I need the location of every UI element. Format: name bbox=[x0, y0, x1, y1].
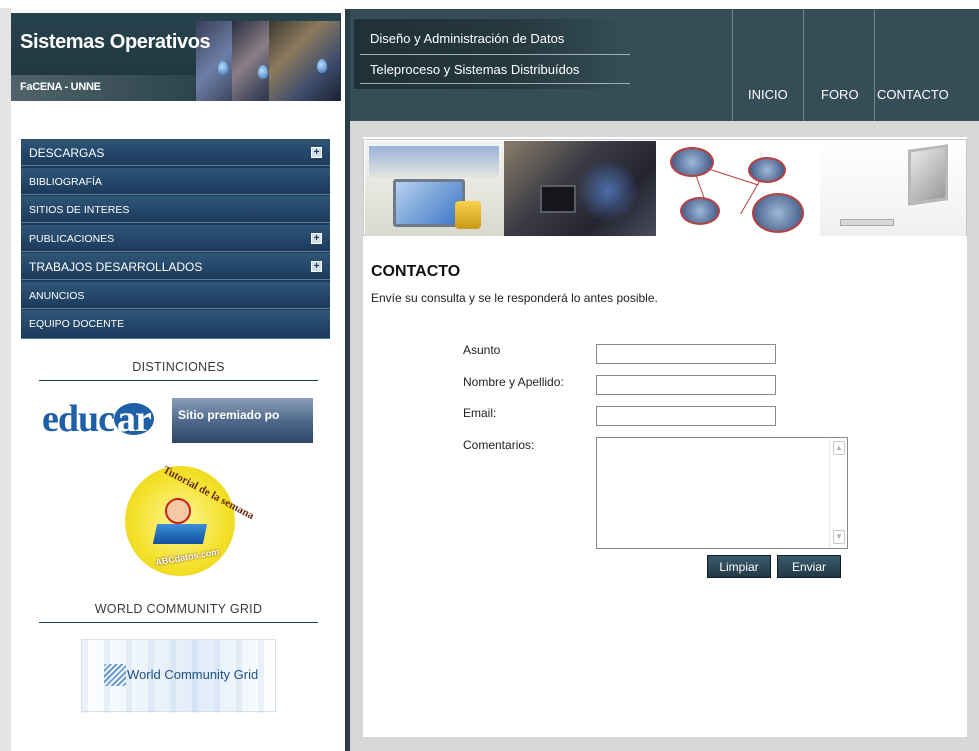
name-input[interactable] bbox=[596, 375, 776, 395]
educar-banner: Sitio premiado po bbox=[172, 398, 313, 443]
logo-image bbox=[269, 21, 340, 101]
sidebar-item-label: DESCARGAS bbox=[29, 146, 105, 160]
abcdatos-badge-link[interactable]: Tutorial de la semana ABCdatos.com bbox=[125, 464, 256, 576]
link-teleproceso-sistemas-distribuidos[interactable]: Teleproceso y Sistemas Distribuídos bbox=[370, 62, 580, 77]
course-link-divider bbox=[360, 83, 630, 84]
page-root: Sistemas Operativos FaCENA - UNNE DESCAR… bbox=[0, 0, 979, 751]
nav-contacto[interactable]: CONTACTO bbox=[877, 87, 949, 102]
expand-plus-icon[interactable]: + bbox=[311, 261, 322, 272]
wcg-divider bbox=[39, 622, 318, 623]
sidebar-item-label: ANUNCIOS bbox=[29, 290, 85, 302]
scroll-down-icon[interactable]: ▼ bbox=[833, 530, 845, 544]
tutor-face-icon bbox=[165, 498, 191, 524]
banner-panel-desktop bbox=[365, 141, 504, 236]
television-icon bbox=[540, 185, 576, 213]
wcg-logo-icon bbox=[104, 664, 126, 686]
expand-plus-icon[interactable]: + bbox=[311, 147, 322, 158]
wcg-heading: WORLD COMMUNITY GRID bbox=[94, 602, 263, 616]
abc-badge-bottom-text: ABCdatos.com bbox=[154, 546, 220, 568]
logo-title: Sistemas Operativos bbox=[20, 31, 211, 53]
sidebar-item-publicaciones[interactable]: PUBLICACIONES + bbox=[21, 225, 330, 252]
comments-scrollbar[interactable]: ▲ ▼ bbox=[829, 438, 847, 548]
logo-subtitle: FaCENA - UNNE bbox=[20, 81, 101, 93]
sidebar-item-label: SITIOS DE INTERES bbox=[29, 204, 130, 216]
distinctions-divider bbox=[39, 380, 318, 381]
site-logo[interactable]: Sistemas Operativos FaCENA - UNNE bbox=[11, 13, 341, 101]
nav-foro[interactable]: FORO bbox=[821, 87, 859, 102]
logo-subtitle-bar: FaCENA - UNNE bbox=[11, 75, 196, 101]
network-node-icon bbox=[748, 157, 786, 183]
page-intro: Envíe su consulta y se le responderá lo … bbox=[371, 291, 658, 305]
nav-separator bbox=[803, 9, 804, 121]
keyboard-icon bbox=[840, 219, 894, 226]
header-banner-image bbox=[363, 139, 967, 236]
subject-input[interactable] bbox=[596, 344, 776, 364]
educar-award-link[interactable]: educar Sitio premiado po bbox=[42, 398, 313, 443]
gem-icon bbox=[258, 65, 268, 79]
course-links: Diseño y Administración de Datos Telepro… bbox=[354, 19, 630, 89]
sidebar-item-label: PUBLICACIONES bbox=[29, 233, 115, 245]
email-input[interactable] bbox=[596, 406, 776, 426]
banner-panel-computer bbox=[820, 141, 966, 236]
sidebar-item-anuncios[interactable]: ANUNCIOS bbox=[21, 282, 330, 309]
screen-icon bbox=[152, 524, 208, 544]
expand-plus-icon[interactable]: + bbox=[311, 233, 322, 244]
window-screenshot-icon bbox=[369, 146, 499, 178]
course-link-divider bbox=[360, 54, 630, 55]
glow-icon bbox=[578, 161, 638, 221]
nav-separator bbox=[874, 9, 875, 121]
sidebar-item-trabajos-desarrollados[interactable]: TRABAJOS DESARROLLADOS + bbox=[21, 253, 330, 280]
scroll-up-icon[interactable]: ▲ bbox=[833, 441, 845, 455]
link-diseno-administracion-datos[interactable]: Diseño y Administración de Datos bbox=[370, 31, 564, 46]
network-node-icon bbox=[670, 147, 714, 177]
header-top-gap bbox=[350, 0, 979, 9]
sidebar-item-label: TRABAJOS DESARROLLADOS bbox=[29, 260, 203, 274]
sidebar-item-label: BIBLIOGRAFÍA bbox=[29, 176, 102, 188]
sidebar-item-descargas[interactable]: DESCARGAS + bbox=[21, 139, 330, 166]
imac-icon bbox=[908, 144, 948, 206]
sidebar-item-bibliografia[interactable]: BIBLIOGRAFÍA bbox=[21, 168, 330, 195]
network-node-icon bbox=[752, 193, 804, 233]
sidebar-menu: DESCARGAS + BIBLIOGRAFÍA SITIOS DE INTER… bbox=[21, 139, 330, 339]
gem-icon bbox=[317, 59, 327, 73]
subject-label: Asunto bbox=[463, 343, 501, 357]
top-header: Diseño y Administración de Datos Telepro… bbox=[350, 9, 979, 121]
sidebar-item-equipo-docente[interactable]: EQUIPO DOCENTE bbox=[21, 310, 330, 339]
educar-logo: educar bbox=[42, 398, 172, 443]
banner-panel-network bbox=[656, 141, 820, 236]
banner-panel-tech bbox=[504, 141, 656, 236]
educar-logo-ar: ar bbox=[114, 400, 154, 438]
wcg-banner-link[interactable]: World Community Grid bbox=[81, 639, 277, 713]
nav-separator bbox=[732, 9, 733, 121]
padlock-icon bbox=[455, 201, 481, 229]
wcg-banner-text: World Community Grid bbox=[127, 667, 259, 682]
nav-inicio[interactable]: INICIO bbox=[748, 87, 788, 102]
distinctions-heading: DISTINCIONES bbox=[132, 360, 225, 374]
left-column: Sistemas Operativos FaCENA - UNNE DESCAR… bbox=[0, 0, 345, 751]
email-label: Email: bbox=[463, 406, 497, 420]
name-label: Nombre y Apellido: bbox=[463, 375, 564, 389]
comments-label: Comentarios: bbox=[463, 438, 535, 452]
network-node-icon bbox=[680, 197, 720, 225]
educar-logo-text: educ bbox=[42, 398, 115, 440]
left-edge-strip bbox=[0, 8, 11, 751]
gem-icon bbox=[218, 61, 228, 75]
page-title: CONTACTO bbox=[371, 263, 461, 280]
send-button[interactable]: Enviar bbox=[777, 555, 841, 578]
sidebar-item-label: EQUIPO DOCENTE bbox=[29, 318, 125, 330]
clear-button[interactable]: Limpiar bbox=[707, 555, 771, 578]
sidebar-item-sitios-de-interes[interactable]: SITIOS DE INTERES bbox=[21, 196, 330, 223]
educar-banner-text: Sitio premiado po bbox=[178, 408, 280, 422]
comments-textarea[interactable] bbox=[596, 437, 848, 549]
